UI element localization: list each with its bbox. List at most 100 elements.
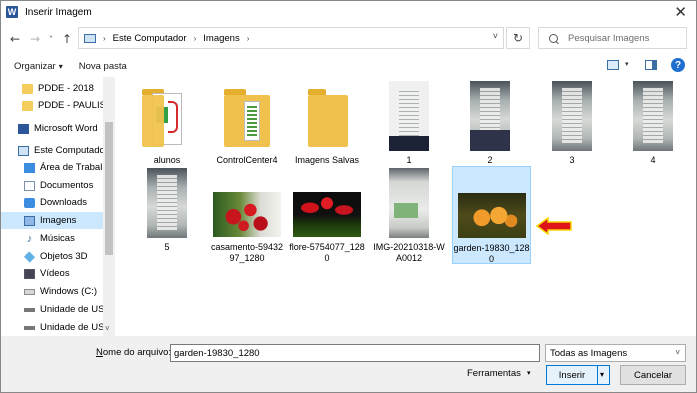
title-bar: W Inserir Imagem ✕ bbox=[0, 0, 697, 24]
file-type-select[interactable]: Todas as Imagens ˅ bbox=[545, 344, 686, 362]
image-thumbnail bbox=[389, 81, 429, 151]
search-box[interactable] bbox=[538, 27, 687, 49]
breadcrumb-separator-icon[interactable]: › bbox=[247, 34, 250, 43]
folder-icon bbox=[218, 81, 276, 151]
file-item-flore[interactable]: flore-5754077_1280 bbox=[289, 168, 365, 264]
file-item-imagens-salvas[interactable]: Imagens Salvas bbox=[289, 81, 365, 166]
breadcrumb-separator-icon[interactable]: › bbox=[194, 34, 197, 43]
sidebar-item-label: Objetos 3D bbox=[40, 251, 88, 262]
file-name: ControlCenter4 bbox=[216, 155, 278, 165]
refresh-button[interactable]: ↻ bbox=[506, 27, 530, 49]
computer-icon bbox=[18, 145, 29, 156]
file-item-5[interactable]: 5 bbox=[129, 168, 205, 253]
organize-button[interactable]: Organizar bbox=[14, 61, 56, 72]
back-button[interactable]: ← bbox=[5, 28, 25, 50]
sidebar-item-documentos[interactable]: Documentos bbox=[24, 177, 93, 194]
tools-arrow-icon[interactable]: ▾ bbox=[527, 369, 531, 377]
cancel-button[interactable]: Cancelar bbox=[620, 365, 686, 385]
new-folder-button[interactable]: Nova pasta bbox=[79, 61, 127, 72]
filename-input[interactable] bbox=[170, 344, 540, 362]
usb-drive-icon bbox=[24, 325, 35, 330]
sidebar-item-label: Downloads bbox=[40, 197, 87, 208]
sidebar-item-usb-drive-1[interactable]: Unidade de USB bbox=[24, 301, 111, 318]
image-thumbnail bbox=[457, 167, 526, 239]
file-item-3[interactable]: 3 bbox=[534, 81, 610, 166]
recent-locations-button[interactable]: ˅ bbox=[45, 28, 57, 50]
file-type-value: Todas as Imagens bbox=[550, 347, 628, 359]
sidebar-item-musicas[interactable]: ♪ Músicas bbox=[24, 230, 75, 247]
scrollbar-thumb[interactable] bbox=[105, 122, 113, 255]
image-thumbnail bbox=[552, 81, 592, 151]
folder-icon bbox=[298, 81, 356, 151]
sidebar-item-usb-drive-2[interactable]: Unidade de USB bbox=[24, 319, 111, 336]
insert-button[interactable]: Inserir ▾ bbox=[546, 365, 610, 385]
desktop-icon bbox=[24, 162, 35, 173]
file-item-4[interactable]: 4 bbox=[615, 81, 691, 166]
sidebar-item-label: Documentos bbox=[40, 180, 94, 191]
sidebar-item-label: PDDE - 2018 bbox=[38, 83, 94, 94]
folder-icon bbox=[138, 81, 196, 151]
address-bar[interactable]: › Este Computador › Imagens › ˅ bbox=[78, 27, 504, 49]
sidebar-item-objetos-3d[interactable]: Objetos 3D bbox=[23, 248, 88, 265]
music-icon: ♪ bbox=[26, 232, 33, 245]
tools-button[interactable]: Ferramentas bbox=[467, 368, 521, 379]
breadcrumb-separator-icon: › bbox=[103, 33, 106, 43]
computer-icon bbox=[84, 33, 96, 43]
sidebar-item-label: Vídeos bbox=[40, 268, 70, 279]
file-item-controlcenter4[interactable]: ControlCenter4 bbox=[209, 81, 285, 166]
breadcrumb-este-computador[interactable]: Este Computador bbox=[113, 33, 187, 44]
file-name: casamento-5943297_1280 bbox=[210, 242, 284, 263]
scroll-down-icon[interactable]: ˅ bbox=[105, 324, 110, 333]
image-thumbnail bbox=[293, 168, 361, 238]
sidebar-item-area-de-trabalho[interactable]: Área de Trabalho bbox=[24, 159, 113, 176]
image-thumbnail bbox=[213, 168, 281, 238]
view-options-icon[interactable] bbox=[607, 60, 619, 70]
file-item-1[interactable]: 1 bbox=[371, 81, 447, 166]
file-item-casamento[interactable]: casamento-5943297_1280 bbox=[209, 168, 285, 264]
downloads-icon bbox=[24, 197, 35, 208]
up-button[interactable]: ↑ bbox=[57, 28, 77, 50]
file-name: 5 bbox=[164, 242, 170, 252]
organize-arrow-icon[interactable]: ▾ bbox=[59, 62, 63, 71]
file-item-garden[interactable]: garden-19830_1280 bbox=[452, 166, 531, 264]
sidebar-item-label: Microsoft Word bbox=[34, 123, 98, 134]
sidebar-item-downloads[interactable]: Downloads bbox=[24, 194, 87, 211]
folder-icon bbox=[22, 83, 33, 94]
sidebar-item-imagens[interactable]: Imagens bbox=[0, 212, 103, 229]
sidebar-item-windows-c[interactable]: Windows (C:) bbox=[24, 283, 97, 300]
red-arrow-icon bbox=[536, 217, 572, 235]
sidebar-item-este-computador[interactable]: Este Computador bbox=[18, 142, 108, 159]
preview-pane-icon[interactable] bbox=[645, 60, 657, 70]
chevron-down-icon[interactable]: ˅ bbox=[675, 348, 680, 357]
filename-label: Nome do arquivo: bbox=[96, 347, 171, 358]
sidebar-item-pdde-2018[interactable]: PDDE - 2018 bbox=[22, 80, 94, 97]
file-name: 4 bbox=[650, 155, 656, 165]
sidebar-item-pdde-paulista[interactable]: PDDE - PAULISTA bbox=[22, 97, 115, 114]
image-thumbnail bbox=[389, 168, 429, 238]
help-icon[interactable]: ? bbox=[671, 58, 685, 72]
image-thumbnail bbox=[470, 81, 510, 151]
search-input[interactable] bbox=[568, 32, 678, 44]
file-name: flore-5754077_1280 bbox=[289, 242, 365, 263]
file-item-alunos[interactable]: alunos bbox=[129, 81, 205, 166]
sidebar-item-microsoft-word[interactable]: Microsoft Word bbox=[18, 120, 98, 137]
insert-dropdown-icon[interactable]: ▾ bbox=[600, 370, 604, 379]
file-item-img-20210318[interactable]: IMG-20210318-WA0012 bbox=[371, 168, 447, 264]
command-bar: Organizar ▾ Nova pasta ▾ ? bbox=[0, 55, 697, 77]
sidebar-item-videos[interactable]: Vídeos bbox=[24, 265, 70, 282]
search-icon bbox=[549, 33, 558, 43]
word-icon bbox=[18, 123, 29, 134]
chevron-down-icon[interactable]: ˅ bbox=[493, 31, 498, 41]
view-arrow-icon[interactable]: ▾ bbox=[625, 60, 629, 68]
sidebar-item-label: Windows (C:) bbox=[40, 286, 98, 297]
sidebar-scrollbar[interactable]: ˅ bbox=[103, 77, 115, 336]
breadcrumb-imagens[interactable]: Imagens bbox=[203, 33, 239, 44]
file-item-2[interactable]: 2 bbox=[452, 81, 528, 166]
window-title: Inserir Imagem bbox=[25, 6, 92, 18]
sidebar-item-label: Unidade de USB bbox=[40, 322, 111, 333]
word-icon: W bbox=[6, 6, 18, 18]
close-icon[interactable]: ✕ bbox=[674, 3, 687, 21]
file-name: 3 bbox=[569, 155, 575, 165]
forward-button[interactable]: → bbox=[25, 28, 45, 50]
file-name: 2 bbox=[487, 155, 493, 165]
